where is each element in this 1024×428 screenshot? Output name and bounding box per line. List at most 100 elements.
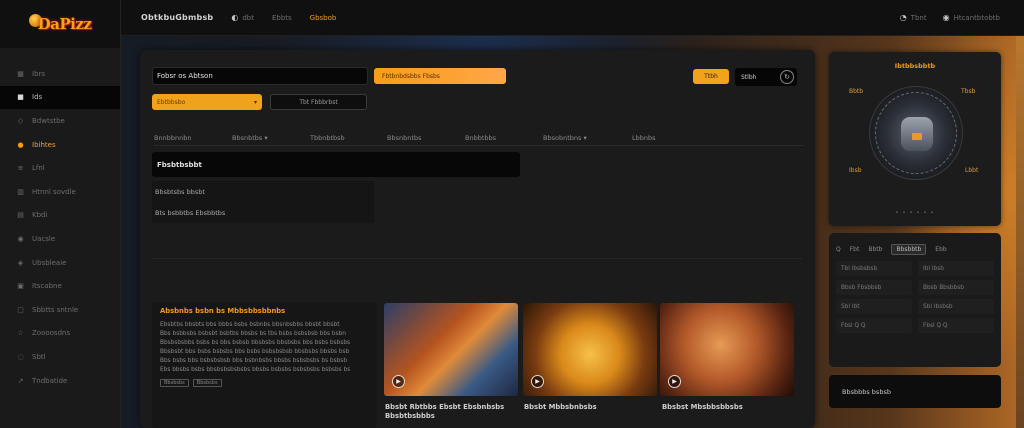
tab-5[interactable]: Ebb bbox=[935, 246, 946, 253]
logo[interactable]: DaPizz bbox=[0, 0, 120, 48]
column-header[interactable]: Bbsobntbns ▾ bbox=[543, 134, 632, 142]
sidebar-item-6[interactable]: ▥ Htnnl sovdle bbox=[0, 180, 120, 204]
sidebar-item-label: Bdwtstbe bbox=[32, 116, 65, 125]
sidebar-item-11[interactable]: ▢ Sbbtts sntnle bbox=[0, 298, 120, 322]
tab-4[interactable]: Bbsbbtb bbox=[891, 243, 927, 255]
grid-cell[interactable]: Sbl Ibsbsb bbox=[918, 299, 994, 314]
description-line: Ebsbtbs bbsbts bbs bbbs bsbs bsbnbs bbsn… bbox=[160, 322, 340, 328]
wheel-core-icon bbox=[901, 117, 933, 151]
sidebar-item-7[interactable]: ▤ Kbdi bbox=[0, 204, 120, 228]
tag-button[interactable]: Bbsbsbs bbox=[192, 379, 222, 387]
tab-2[interactable]: Fbt bbox=[850, 246, 860, 253]
topbar-link-2[interactable]: Ebbts bbox=[272, 14, 292, 22]
thumbnail-1[interactable]: ▶ bbox=[384, 303, 518, 396]
list-item[interactable]: Bbsbtsbs bbsbt bbox=[152, 181, 374, 202]
grid-cell[interactable]: Fbsl Q Q bbox=[836, 318, 912, 333]
sidebar-item-label: Kbdi bbox=[32, 211, 48, 220]
thumbnail-caption[interactable]: Bbsbt Mbbsbnbsbs bbox=[524, 403, 654, 412]
list-item[interactable]: Bts bsbbtbs Ebsbbtbs bbox=[152, 202, 374, 223]
grid-cell[interactable]: Sbl Ibt bbox=[836, 299, 912, 314]
thumbnail-3[interactable]: ▶ bbox=[660, 303, 794, 396]
globe-icon: ◐ bbox=[231, 13, 239, 22]
sidebar-item-label: Ids bbox=[32, 93, 43, 102]
list-icon: ≡ bbox=[17, 164, 24, 173]
stat-label: Lbbt bbox=[965, 167, 979, 174]
thumbnail-caption[interactable]: Bbsbt Rbtbbs Ebsbt Ebsbnbsbs Bbsbtbsbbbs bbox=[385, 403, 515, 421]
column-header[interactable]: Bbsnbtbs ▾ bbox=[232, 134, 310, 142]
sidebar-item-8[interactable]: ◉ Uacsle bbox=[0, 227, 120, 251]
description-tags: Bbsbsbs Bbsbsbs bbox=[160, 379, 369, 387]
section-title[interactable]: Fbsbtbsbbt bbox=[152, 152, 520, 177]
category-select[interactable]: Ebtbbsbo ▾ bbox=[152, 94, 262, 110]
topbar-settings-label: Htcantbtobtb bbox=[953, 13, 1000, 22]
sidebar-item-label: Sbbtts sntnle bbox=[32, 305, 79, 314]
thumbnail-caption[interactable]: Bbsbst Mbsbbsbbsbs bbox=[662, 403, 792, 412]
grid-rows: Tbl Ibsbsbsb Ibl Ibsb Bbsb Fbsbbsb Bbsb … bbox=[836, 261, 994, 333]
topbar-brand[interactable]: ObtkbuGbmbsb bbox=[141, 13, 213, 22]
logo-text: DaPizz bbox=[37, 15, 92, 33]
primary-small-button[interactable]: Ttbh bbox=[693, 69, 729, 84]
stat-label: Bbtb bbox=[849, 88, 864, 95]
sidebar-item-label: Lfnl bbox=[32, 164, 45, 173]
topbar-account-label: Tbnt bbox=[910, 13, 927, 22]
scrollbar[interactable] bbox=[1016, 36, 1024, 428]
filter-bar[interactable]: Fbtbnbdsbbs Fbsbs bbox=[374, 68, 506, 84]
play-icon[interactable]: ▶ bbox=[668, 375, 681, 388]
grid-cell[interactable]: Ibl Ibsb bbox=[918, 261, 994, 276]
sidebar-item-2[interactable]: ■ Ids bbox=[0, 85, 120, 110]
sidebar-item-3[interactable]: ◇ Bdwtstbe bbox=[0, 109, 120, 133]
sidebar-item-label: Zoooosdns bbox=[32, 329, 71, 338]
sidebar-item-10[interactable]: ▣ Itscabne bbox=[0, 274, 120, 298]
refresh-icon[interactable]: ↻ bbox=[780, 70, 794, 84]
sidebar-item-1[interactable]: ▦ Ibrs bbox=[0, 62, 120, 86]
sidebar-item-4[interactable]: ● Ibihtes bbox=[0, 133, 120, 157]
sidebar-item-label: Ibihtes bbox=[32, 140, 56, 149]
topbar-settings[interactable]: ◉ Htcantbtobtb bbox=[943, 13, 1000, 22]
topbar-link-3[interactable]: Gbsbob bbox=[310, 14, 337, 22]
grid-tabs: Q Fbt Bbtb Bbsbbtb Ebb bbox=[836, 241, 994, 257]
bottom-action-card[interactable]: Bbsbbbs bsbsb bbox=[829, 375, 1001, 408]
column-headers: Bnnbbnnbn Bbsnbtbs ▾ Tbbnbtbsb Bbsnbntbs… bbox=[154, 130, 804, 146]
column-header[interactable]: Bnbbtbbs bbox=[465, 134, 543, 142]
description-title[interactable]: Absbnbs bsbn bs Mbbsbbsbbnbs bbox=[160, 307, 369, 315]
shop-icon: ▣ bbox=[17, 282, 24, 291]
grid-row: Bbsb Fbsbbsb Bbsb Bbsbbsb bbox=[836, 280, 994, 295]
column-header[interactable]: Bnnbbnnbn bbox=[154, 134, 232, 142]
description-line: Bbs bsbs bbs bsbsbsbsb bbs bsbnbsbs bbsb… bbox=[160, 358, 348, 364]
grid-cell[interactable]: Bbsb Bbsbbsb bbox=[918, 280, 994, 295]
sidebar-item-13[interactable]: ◌ Sbtl bbox=[0, 345, 120, 369]
user-icon: ◉ bbox=[17, 234, 24, 243]
tab-1[interactable]: Q bbox=[836, 246, 841, 253]
sidebar-item-14[interactable]: ↗ Tndbatide bbox=[0, 369, 120, 393]
divider bbox=[152, 258, 802, 259]
sidebar-item-label: Sbtl bbox=[32, 352, 46, 361]
radar-wheel bbox=[869, 86, 963, 180]
sidebar-item-12[interactable]: ☆ Zoooosdns bbox=[0, 322, 120, 346]
thumbnail-2[interactable]: ▶ bbox=[523, 303, 657, 396]
filter-grid-card: Q Fbt Bbtb Bbsbbtb Ebb Tbl Ibsbsbsb Ibl … bbox=[829, 233, 1001, 367]
secondary-button[interactable]: Tbt Fbbbrbst bbox=[270, 94, 367, 110]
play-icon[interactable]: ▶ bbox=[531, 375, 544, 388]
bag-icon: ▢ bbox=[17, 305, 24, 314]
stats-card-title: Ibtbbsbbtb bbox=[894, 62, 936, 70]
grid-cell[interactable]: Tbl Ibsbsbsb bbox=[836, 261, 912, 276]
topbar-link-label: dbt bbox=[242, 13, 254, 22]
topbar-account[interactable]: ◔ Tbnt bbox=[900, 13, 927, 22]
sidebar-item-9[interactable]: ◈ Ubsbleaie bbox=[0, 251, 120, 275]
topbar-right: ◔ Tbnt ◉ Htcantbtobtb bbox=[884, 13, 1000, 22]
grid-cell[interactable]: Fbsl Q Q bbox=[918, 318, 994, 333]
column-header[interactable]: Tbbnbtbsb bbox=[310, 134, 387, 142]
column-header[interactable]: Lbbnbs bbox=[632, 134, 692, 142]
grid-cell[interactable]: Bbsb Fbsbbsb bbox=[836, 280, 912, 295]
tab-3[interactable]: Bbtb bbox=[868, 246, 882, 253]
info-list: Bbsbtsbs bbsbt Bts bsbbtbs Ebsbbtbs bbox=[152, 181, 374, 223]
play-icon[interactable]: ▶ bbox=[392, 375, 405, 388]
sidebar-item-5[interactable]: ≡ Lfnl bbox=[0, 156, 120, 180]
search-input[interactable] bbox=[152, 67, 368, 85]
sidebar-item-label: Itscabne bbox=[32, 282, 62, 291]
star-icon: ☆ bbox=[17, 329, 24, 338]
search-button[interactable]: Stlbh ↻ bbox=[735, 68, 797, 86]
column-header[interactable]: Bbsnbntbs bbox=[387, 134, 465, 142]
tag-button[interactable]: Bbsbsbs bbox=[160, 379, 189, 387]
topbar-link-1[interactable]: ◐ dbt bbox=[231, 13, 254, 22]
